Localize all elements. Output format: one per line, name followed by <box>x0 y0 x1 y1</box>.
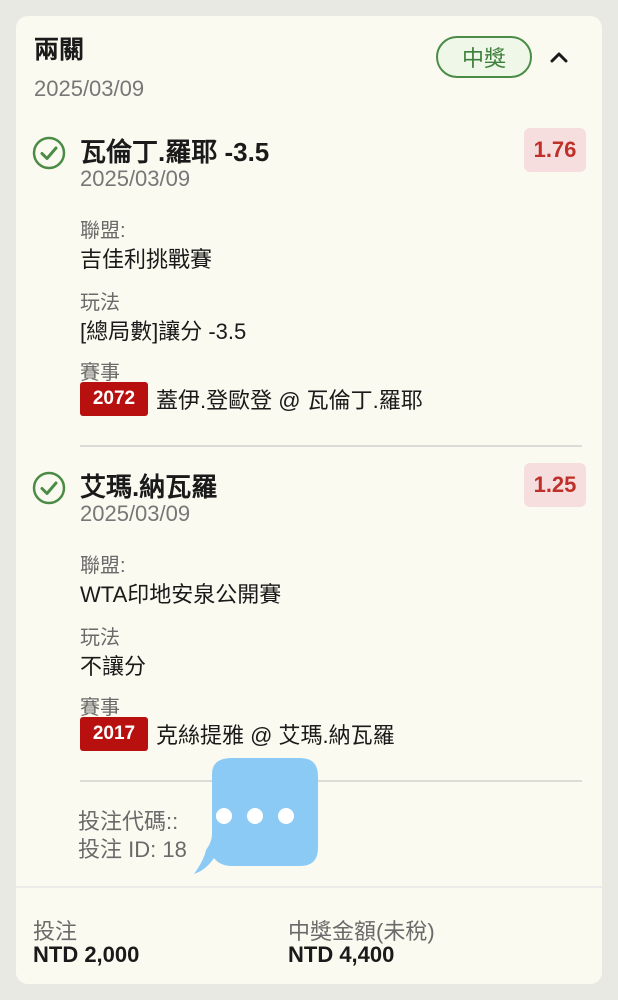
divider <box>80 780 582 782</box>
selection-name: 艾瑪.納瓦羅 <box>80 472 218 502</box>
check-circle-icon <box>32 136 66 170</box>
event-id-badge: 2072 <box>80 382 148 416</box>
play-label: 玩法 <box>80 292 120 314</box>
odds-badge: 1.76 <box>524 128 586 172</box>
league-label: 聯盟: <box>80 555 126 577</box>
event-name: 蓋伊.登歐登 @ 瓦倫丁.羅耶 <box>156 388 423 413</box>
selection-name: 瓦倫丁.羅耶 -3.5 <box>80 137 270 167</box>
chat-bubble-icon[interactable] <box>192 756 322 878</box>
league-value: WTA印地安泉公開賽 <box>80 582 282 607</box>
event-id-badge: 2017 <box>80 717 148 751</box>
event-row: 2072 蓋伊.登歐登 @ 瓦倫丁.羅耶 <box>80 382 423 416</box>
event-row: 2017 克絲提雅 @ 艾瑪.納瓦羅 <box>80 717 395 751</box>
selection-date: 2025/03/09 <box>80 501 191 526</box>
check-circle-icon <box>32 471 66 505</box>
chevron-up-icon[interactable] <box>544 42 574 72</box>
event-label: 賽事 <box>80 362 120 384</box>
league-label: 聯盟: <box>80 220 126 242</box>
event-label: 賽事 <box>80 697 120 719</box>
bet-summary-footer: 投注 NTD 2,000 中獎金額(未稅) NTD 4,400 <box>16 886 602 984</box>
play-label: 玩法 <box>80 627 120 649</box>
status-badge: 中獎 <box>436 36 532 78</box>
bet-id-label: 投注 ID: 18 <box>78 837 187 862</box>
selection-date: 2025/03/09 <box>80 166 191 191</box>
play-value: [總局數]讓分 -3.5 <box>80 319 247 344</box>
bet-header: 兩關 2025/03/09 中獎 <box>34 30 584 110</box>
payout-value: NTD 4,400 <box>288 942 395 967</box>
odds-badge: 1.25 <box>524 463 586 507</box>
bet-leg: 艾瑪.納瓦羅 2025/03/09 1.25 聯盟: WTA印地安泉公開賽 玩法… <box>32 463 586 767</box>
bet-type-title: 兩關 <box>34 36 85 64</box>
play-value: 不讓分 <box>80 654 147 679</box>
stake-value: NTD 2,000 <box>33 942 140 967</box>
event-name: 克絲提雅 @ 艾瑪.納瓦羅 <box>156 723 395 748</box>
league-value: 吉佳利挑戰賽 <box>80 247 213 272</box>
bet-leg: 瓦倫丁.羅耶 -3.5 2025/03/09 1.76 聯盟: 吉佳利挑戰賽 玩… <box>32 128 586 432</box>
bet-date: 2025/03/09 <box>34 76 145 101</box>
divider <box>80 445 582 447</box>
